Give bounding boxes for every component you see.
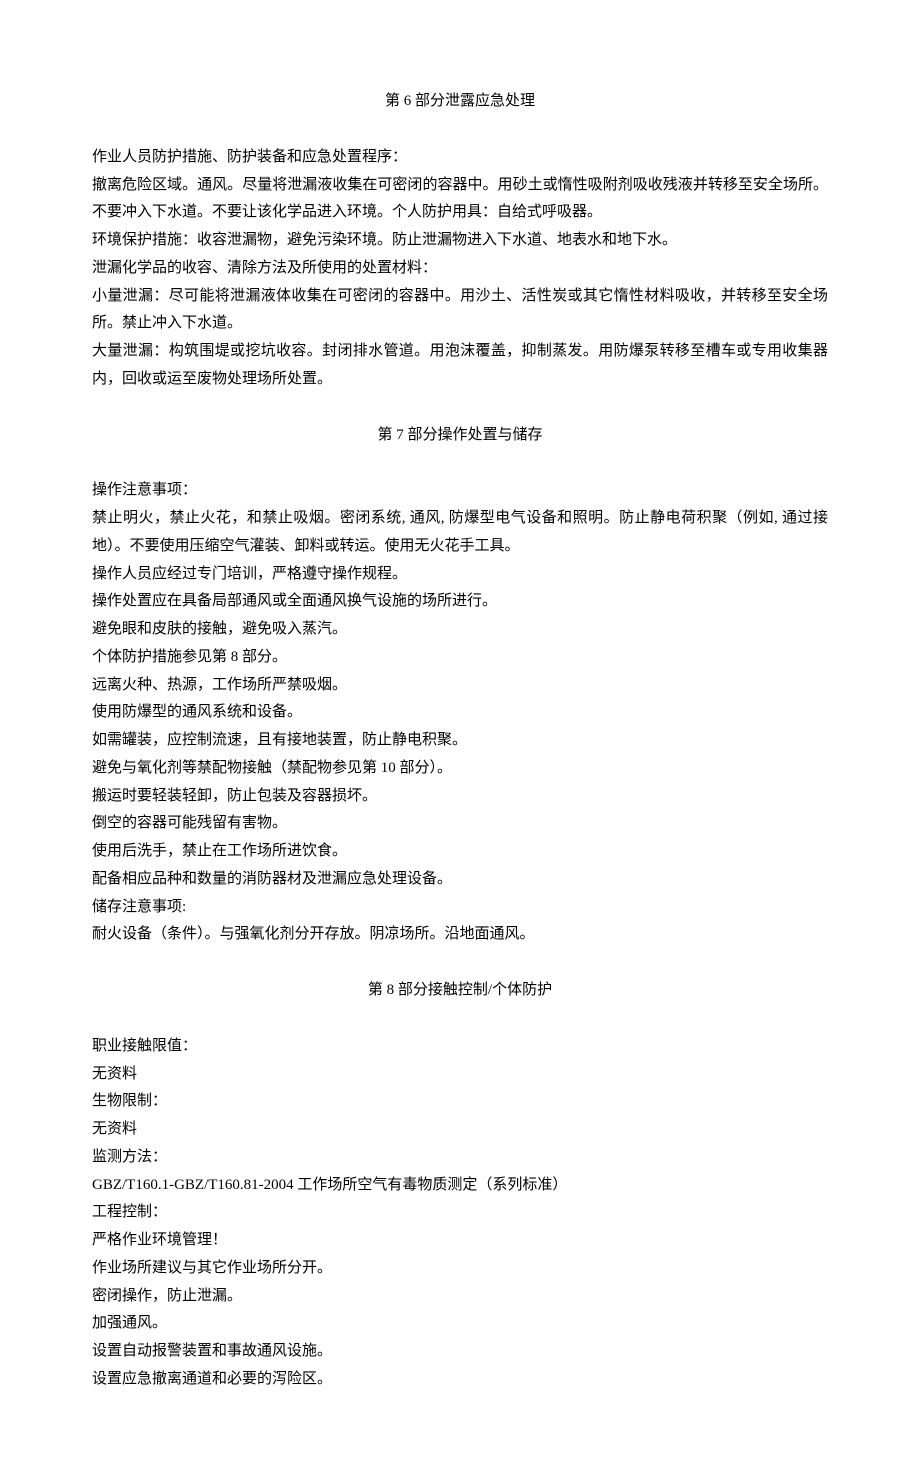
text-line: 搬运时要轻装轻卸，防止包装及容器损坏。: [92, 783, 828, 811]
section-8-title: 第 8 部分接触控制/个体防护: [92, 977, 828, 1005]
text-line: 撤离危险区域。通风。尽量将泄漏液收集在可密闭的容器中。用砂土或惰性吸附剂吸收残液…: [92, 172, 828, 228]
text-line: 禁止明火，禁止火花，和禁止吸烟。密闭系统, 通风, 防爆型电气设备和照明。防止静…: [92, 505, 828, 561]
text-line: 无资料: [92, 1116, 828, 1144]
text-line: 操作人员应经过专门培训，严格遵守操作规程。: [92, 561, 828, 589]
text-line: 配备相应品种和数量的消防器材及泄漏应急处理设备。: [92, 866, 828, 894]
text-line: GBZ/T160.1-GBZ/T160.81-2004 工作场所空气有毒物质测定…: [92, 1172, 828, 1200]
text-line: 工程控制：: [92, 1199, 828, 1227]
text-line: 个体防护措施参见第 8 部分。: [92, 644, 828, 672]
text-line: 监测方法：: [92, 1144, 828, 1172]
section-6-title: 第 6 部分泄露应急处理: [92, 88, 828, 116]
text-line: 储存注意事项:: [92, 894, 828, 922]
text-line: 无资料: [92, 1061, 828, 1089]
text-line: 小量泄漏：尽可能将泄漏液体收集在可密闭的容器中。用沙土、活性炭或其它惰性材料吸收…: [92, 283, 828, 339]
text-line: 作业人员防护措施、防护装备和应急处置程序：: [92, 144, 828, 172]
text-line: 倒空的容器可能残留有害物。: [92, 810, 828, 838]
text-line: 使用防爆型的通风系统和设备。: [92, 699, 828, 727]
text-line: 如需罐装，应控制流速，且有接地装置，防止静电积聚。: [92, 727, 828, 755]
text-line: 使用后洗手，禁止在工作场所进饮食。: [92, 838, 828, 866]
text-line: 避免与氧化剂等禁配物接触（禁配物参见第 10 部分）。: [92, 755, 828, 783]
text-line: 远离火种、热源，工作场所严禁吸烟。: [92, 672, 828, 700]
section-7-content: 操作注意事项： 禁止明火，禁止火花，和禁止吸烟。密闭系统, 通风, 防爆型电气设…: [92, 477, 828, 949]
section-7-title: 第 7 部分操作处置与储存: [92, 422, 828, 450]
text-line: 作业场所建议与其它作业场所分开。: [92, 1255, 828, 1283]
text-line: 加强通风。: [92, 1310, 828, 1338]
text-line: 操作处置应在具备局部通风或全面通风换气设施的场所进行。: [92, 588, 828, 616]
text-line: 环境保护措施：收容泄漏物，避免污染环境。防止泄漏物进入下水道、地表水和地下水。: [92, 227, 828, 255]
text-line: 大量泄漏：构筑围堤或挖坑收容。封闭排水管道。用泡沫覆盖，抑制蒸发。用防爆泵转移至…: [92, 338, 828, 394]
text-line: 泄漏化学品的收容、清除方法及所使用的处置材料：: [92, 255, 828, 283]
section-8-content: 职业接触限值： 无资料 生物限制： 无资料 监测方法： GBZ/T160.1-G…: [92, 1033, 828, 1394]
text-line: 生物限制：: [92, 1088, 828, 1116]
text-line: 严格作业环境管理！: [92, 1227, 828, 1255]
text-line: 操作注意事项：: [92, 477, 828, 505]
text-line: 职业接触限值：: [92, 1033, 828, 1061]
text-line: 避免眼和皮肤的接触，避免吸入蒸汽。: [92, 616, 828, 644]
text-line: 密闭操作，防止泄漏。: [92, 1283, 828, 1311]
text-line: 设置自动报警装置和事故通风设施。: [92, 1338, 828, 1366]
section-6-content: 作业人员防护措施、防护装备和应急处置程序： 撤离危险区域。通风。尽量将泄漏液收集…: [92, 144, 828, 394]
text-line: 耐火设备（条件）。与强氧化剂分开存放。阴凉场所。沿地面通风。: [92, 921, 828, 949]
text-line: 设置应急撤离通道和必要的泻险区。: [92, 1366, 828, 1394]
